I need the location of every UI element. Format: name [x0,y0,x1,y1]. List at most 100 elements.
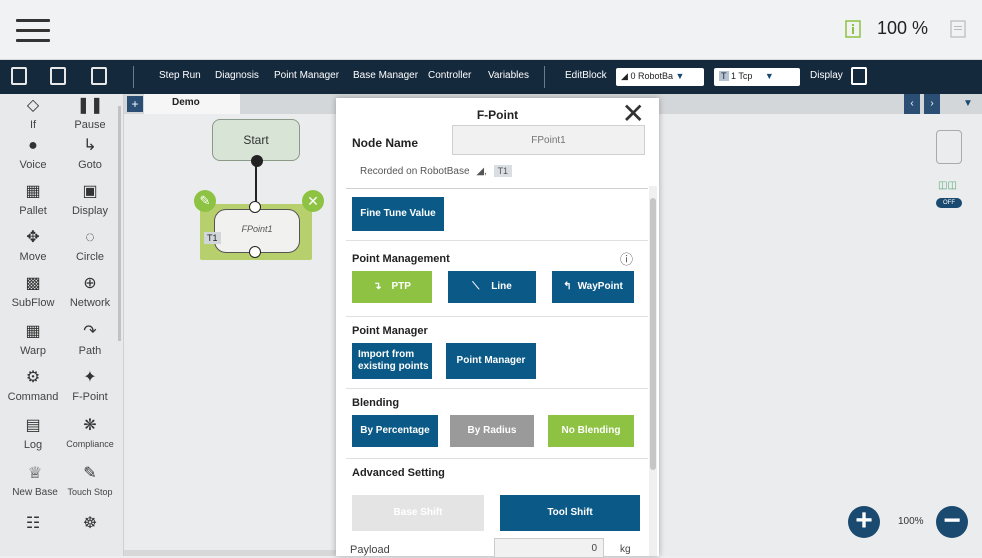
editblock-button[interactable]: EditBlock [565,70,607,81]
fine-tune-button[interactable]: Fine Tune Value [352,197,444,231]
payload-input[interactable]: 0 [494,538,604,558]
open-project-icon[interactable] [50,67,66,85]
tool-shift-button[interactable]: Tool Shift [500,495,640,531]
blending-title: Blending [352,397,400,409]
recorded-tcp-tag: T1 [493,165,513,177]
breakpoint-icon[interactable]: ◫◫ [938,180,957,191]
goto-icon: ↳ [83,137,97,154]
canvas-horizontal-scrollbar[interactable] [124,550,336,556]
fpoint-output-port[interactable] [249,246,261,258]
node-name-input[interactable] [452,125,645,155]
sidebar-item-pause[interactable]: ❚❚ Pause [62,96,118,131]
new-project-icon[interactable] [11,67,27,85]
robot-base-icon: ◢ [621,71,628,81]
page-icon[interactable] [950,19,966,38]
sidebar-item-command[interactable]: ⚙ Command [5,368,61,403]
delete-node-icon[interactable]: ✕ [302,190,324,212]
newbase-icon: ♕ [27,465,43,482]
edit-node-icon[interactable]: ✎ [194,190,216,212]
zoom-out-button[interactable]: − [936,506,968,538]
recorded-on-text: Recorded on RobotBase ◢, T1 [360,165,513,177]
path-icon: ↷ [83,323,97,340]
sidebar-item-extra2[interactable]: ☸ [62,514,118,537]
info-icon[interactable] [845,19,861,38]
line-button[interactable]: ⟍ Line [448,271,536,303]
payload-label: Payload [350,544,390,556]
add-tab-button[interactable]: + [127,96,143,112]
sidebar-item-goto[interactable]: ↳ Goto [62,136,118,171]
extra-node-icon: ☷ [25,515,41,532]
layout-toggle-icon[interactable] [851,67,867,85]
sidebar-item-touchstop[interactable]: ✎ Touch Stop [62,464,118,497]
fpoint-icon: ✦ [83,369,97,386]
fpoint-dialog: F-Point ✕ Node Name Recorded on RobotBas… [336,98,659,558]
speed-readout: 100 % [876,18,928,38]
prev-tab-button[interactable]: ‹ [904,94,920,114]
waypoint-button[interactable]: ↰ WayPoint [552,271,634,303]
subflow-icon: ▩ [25,275,41,292]
waypoint-icon: ↰ [563,281,572,292]
save-project-icon[interactable] [91,67,107,85]
zoom-level: 100% [898,516,924,527]
base-dropdown[interactable]: ◢ 0 RobotBa ▼ [616,68,704,86]
sidebar-item-subflow[interactable]: ▩ SubFlow [5,274,61,309]
point-manager-button[interactable]: Point Manager [274,70,339,81]
fpoint-node-label: FPoint1 [241,224,273,234]
sidebar-item-newbase[interactable]: ♕ New Base [5,464,65,498]
sidebar-item-warp[interactable]: ▦ Warp [5,322,61,357]
command-icon: ⚙ [25,369,41,386]
sidebar-item-extra1[interactable]: ☷ [5,514,61,537]
node-name-label: Node Name [352,136,419,150]
ptp-icon: ↴ [373,281,382,292]
base-dropdown-value: 0 RobotBa [630,71,673,81]
log-icon: ▤ [25,417,41,434]
by-percentage-button[interactable]: By Percentage [352,415,438,447]
base-manager-button[interactable]: Base Manager [353,70,418,81]
diagnosis-button[interactable]: Diagnosis [215,70,259,81]
breakpoint-toggle[interactable]: OFF [936,198,962,208]
help-icon[interactable]: ⓘ [620,249,633,268]
next-tab-button[interactable]: › [924,94,940,114]
start-output-port[interactable] [251,155,263,167]
sidebar-item-move[interactable]: ✥ Move [5,228,61,263]
top-right-status: 100 % [845,18,966,39]
sidebar-item-display[interactable]: ▣ Display [62,182,118,217]
by-radius-button[interactable]: By Radius [450,415,534,447]
sidebar-item-circle[interactable]: ◌ Circle [62,228,118,263]
import-points-button[interactable]: Import from existing points [352,343,432,379]
display-button[interactable]: Display [810,70,843,81]
dialog-scrollbar[interactable] [649,186,657,556]
sidebar-item-if[interactable]: ◇ If [5,96,61,131]
tcp-dropdown[interactable]: T 1 Tcp ▼ [714,68,800,86]
sidebar-item-pallet[interactable]: ▦ Pallet [5,182,61,217]
no-blending-button[interactable]: No Blending [548,415,634,447]
sidebar-item-voice[interactable]: ● Voice [5,136,61,171]
chevron-down-icon[interactable]: ▼ [954,94,982,114]
close-icon[interactable]: ✕ [622,100,645,128]
zoom-in-button[interactable]: + [848,506,880,538]
ptp-button[interactable]: ↴ PTP [352,271,432,303]
sidebar-item-log[interactable]: ▤ Log [5,416,61,451]
fpoint-input-port[interactable] [249,201,261,213]
sidebar-item-network[interactable]: ⊕ Network [62,274,118,309]
toolbar: Step Run Diagnosis Point Manager Base Ma… [0,60,982,94]
advanced-setting-title: Advanced Setting [352,467,445,479]
network-icon: ⊕ [83,275,97,292]
sidebar-item-fpoint[interactable]: ✦ F-Point [62,368,118,403]
sidebar-item-path[interactable]: ↷ Path [62,322,118,357]
step-run-button[interactable]: Step Run [159,70,201,81]
sidebar-item-compliance[interactable]: ❋ Compliance [62,416,118,449]
touchstop-icon: ✎ [83,465,97,482]
base-shift-button[interactable]: Base Shift [352,495,484,531]
node-sidebar: ◇ If ❚❚ Pause ● Voice ↳ Goto ▦ Pallet ▣ Displa… [0,94,124,556]
menu-icon[interactable] [16,19,50,43]
variables-button[interactable]: Variables [488,70,529,81]
display-icon: ▣ [82,183,98,200]
point-manager-dialog-button[interactable]: Point Manager [446,343,536,379]
fine-tune-section: Fine Tune Value [346,188,648,240]
flow-layout-icon[interactable] [936,130,962,164]
sidebar-scrollbar[interactable] [118,106,121,341]
controller-button[interactable]: Controller [428,70,471,81]
tab-demo[interactable]: Demo [144,94,240,114]
dialog-scrollbar-thumb[interactable] [650,198,656,470]
